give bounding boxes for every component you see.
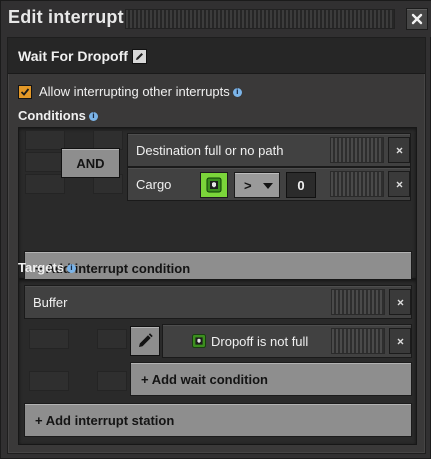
title-bar[interactable]: Edit interrupt [1, 1, 431, 37]
conditions-title-text: Conditions [18, 108, 86, 123]
empty-slot [29, 329, 69, 349]
condition-label: Destination full or no path [136, 143, 284, 158]
targets-title-text: Targets [18, 260, 64, 275]
interrupt-panel: Wait For Dropoff Allow interrupting othe… [7, 37, 426, 454]
and-or-toggle-button[interactable]: AND [61, 148, 120, 178]
close-icon [411, 13, 423, 25]
drag-handle[interactable] [331, 289, 385, 315]
empty-slot [97, 371, 127, 391]
pencil-icon [139, 333, 153, 347]
info-icon: i [67, 264, 76, 274]
drag-handle[interactable] [330, 137, 384, 163]
add-interrupt-station-button[interactable]: + Add interrupt station [24, 403, 412, 437]
empty-slot [25, 152, 65, 172]
window-title: Edit interrupt [8, 7, 124, 27]
drag-handle[interactable] [331, 328, 385, 354]
conditions-box: AND Destination full or no path Cargo > … [18, 127, 417, 285]
green-circuit-icon [206, 177, 222, 193]
targets-box: Buffer Dropoff is not full + Add wait co… [18, 279, 417, 445]
empty-slot [97, 329, 127, 349]
empty-slot [25, 174, 65, 194]
info-icon: i [232, 88, 242, 98]
rename-button[interactable] [132, 49, 147, 64]
chevron-down-icon [263, 183, 273, 189]
empty-slot [93, 130, 123, 150]
remove-condition-button[interactable] [388, 137, 410, 163]
cargo-item-slot[interactable] [200, 172, 228, 198]
station-name: Buffer [33, 295, 68, 310]
edit-interrupt-window: Edit interrupt Wait For Dropoff Allow in… [0, 0, 431, 459]
allow-interrupting-checkbox[interactable] [18, 85, 32, 99]
add-wait-condition-button[interactable]: + Add wait condition [130, 362, 412, 396]
condition-row[interactable]: Destination full or no path [127, 133, 411, 167]
wait-condition-row[interactable]: Dropoff is not full [162, 324, 412, 358]
conditions-title: Conditions i [18, 108, 98, 123]
edit-wait-condition-button[interactable] [130, 326, 160, 356]
comparator-dropdown[interactable]: > [234, 172, 280, 198]
interrupt-name-row: Wait For Dropoff [8, 38, 425, 74]
remove-wait-condition-button[interactable] [389, 328, 411, 354]
allow-interrupting-text: Allow interrupting other interrupts [39, 84, 230, 99]
allow-interrupting-label: Allow interrupting other interrupts i [39, 84, 242, 99]
wait-condition-label: Dropoff is not full [211, 334, 309, 349]
remove-condition-button[interactable] [388, 171, 410, 197]
info-icon: i [88, 112, 98, 122]
drag-handle[interactable] [330, 171, 384, 197]
green-circuit-icon [192, 334, 206, 348]
targets-title: Targets i [18, 260, 76, 275]
comparator-value: > [244, 178, 252, 193]
cargo-count-field[interactable]: 0 [286, 172, 316, 198]
interrupt-name: Wait For Dropoff [18, 48, 128, 64]
checkmark-icon [20, 88, 30, 96]
condition-label: Cargo [136, 177, 172, 192]
close-icon [397, 299, 403, 305]
close-icon [397, 338, 403, 344]
empty-slot [25, 130, 65, 150]
condition-row[interactable]: Cargo > 0 [127, 167, 411, 201]
station-row[interactable]: Buffer [24, 285, 412, 319]
close-icon [396, 147, 402, 153]
drag-handle[interactable] [125, 9, 395, 29]
close-icon [396, 181, 402, 187]
empty-slot [29, 371, 69, 391]
close-button[interactable] [406, 8, 428, 30]
remove-station-button[interactable] [389, 289, 411, 315]
pencil-icon [136, 53, 143, 60]
